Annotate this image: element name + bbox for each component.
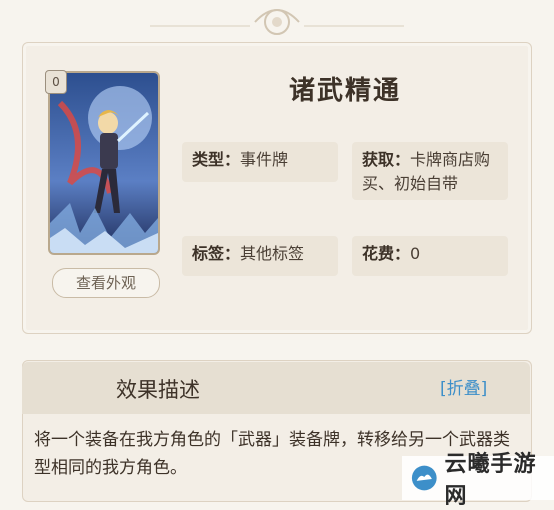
type-field: 类型：事件牌 xyxy=(182,142,338,182)
cost-field: 花费：0 xyxy=(352,236,508,276)
type-label: 类型： xyxy=(192,150,241,169)
card-title: 诸武精通 xyxy=(288,76,401,106)
watermark-logo-icon xyxy=(411,465,437,491)
site-watermark: 云曦手游网 xyxy=(402,452,554,509)
type-value: 事件牌 xyxy=(240,150,289,169)
card-artwork xyxy=(48,71,160,255)
cost-value: 0 xyxy=(410,244,421,263)
obtain-label: 获取： xyxy=(362,150,411,169)
obtain-field: 获取：卡牌商店购买、初始自带 xyxy=(352,142,508,200)
tag-value: 其他标签 xyxy=(240,244,305,263)
fold-button[interactable]: [折叠] xyxy=(440,374,487,399)
watermark-text: 云曦手游网 xyxy=(444,452,537,509)
effect-title: 效果描述 xyxy=(116,378,200,402)
tag-field: 标签：其他标签 xyxy=(182,236,338,276)
view-appearance-button[interactable]: 查看外观 xyxy=(52,268,160,298)
cost-badge: 0 xyxy=(45,70,67,94)
tag-label: 标签： xyxy=(192,244,241,263)
cost-label: 花费： xyxy=(362,244,411,263)
top-ornament-icon xyxy=(150,8,404,35)
